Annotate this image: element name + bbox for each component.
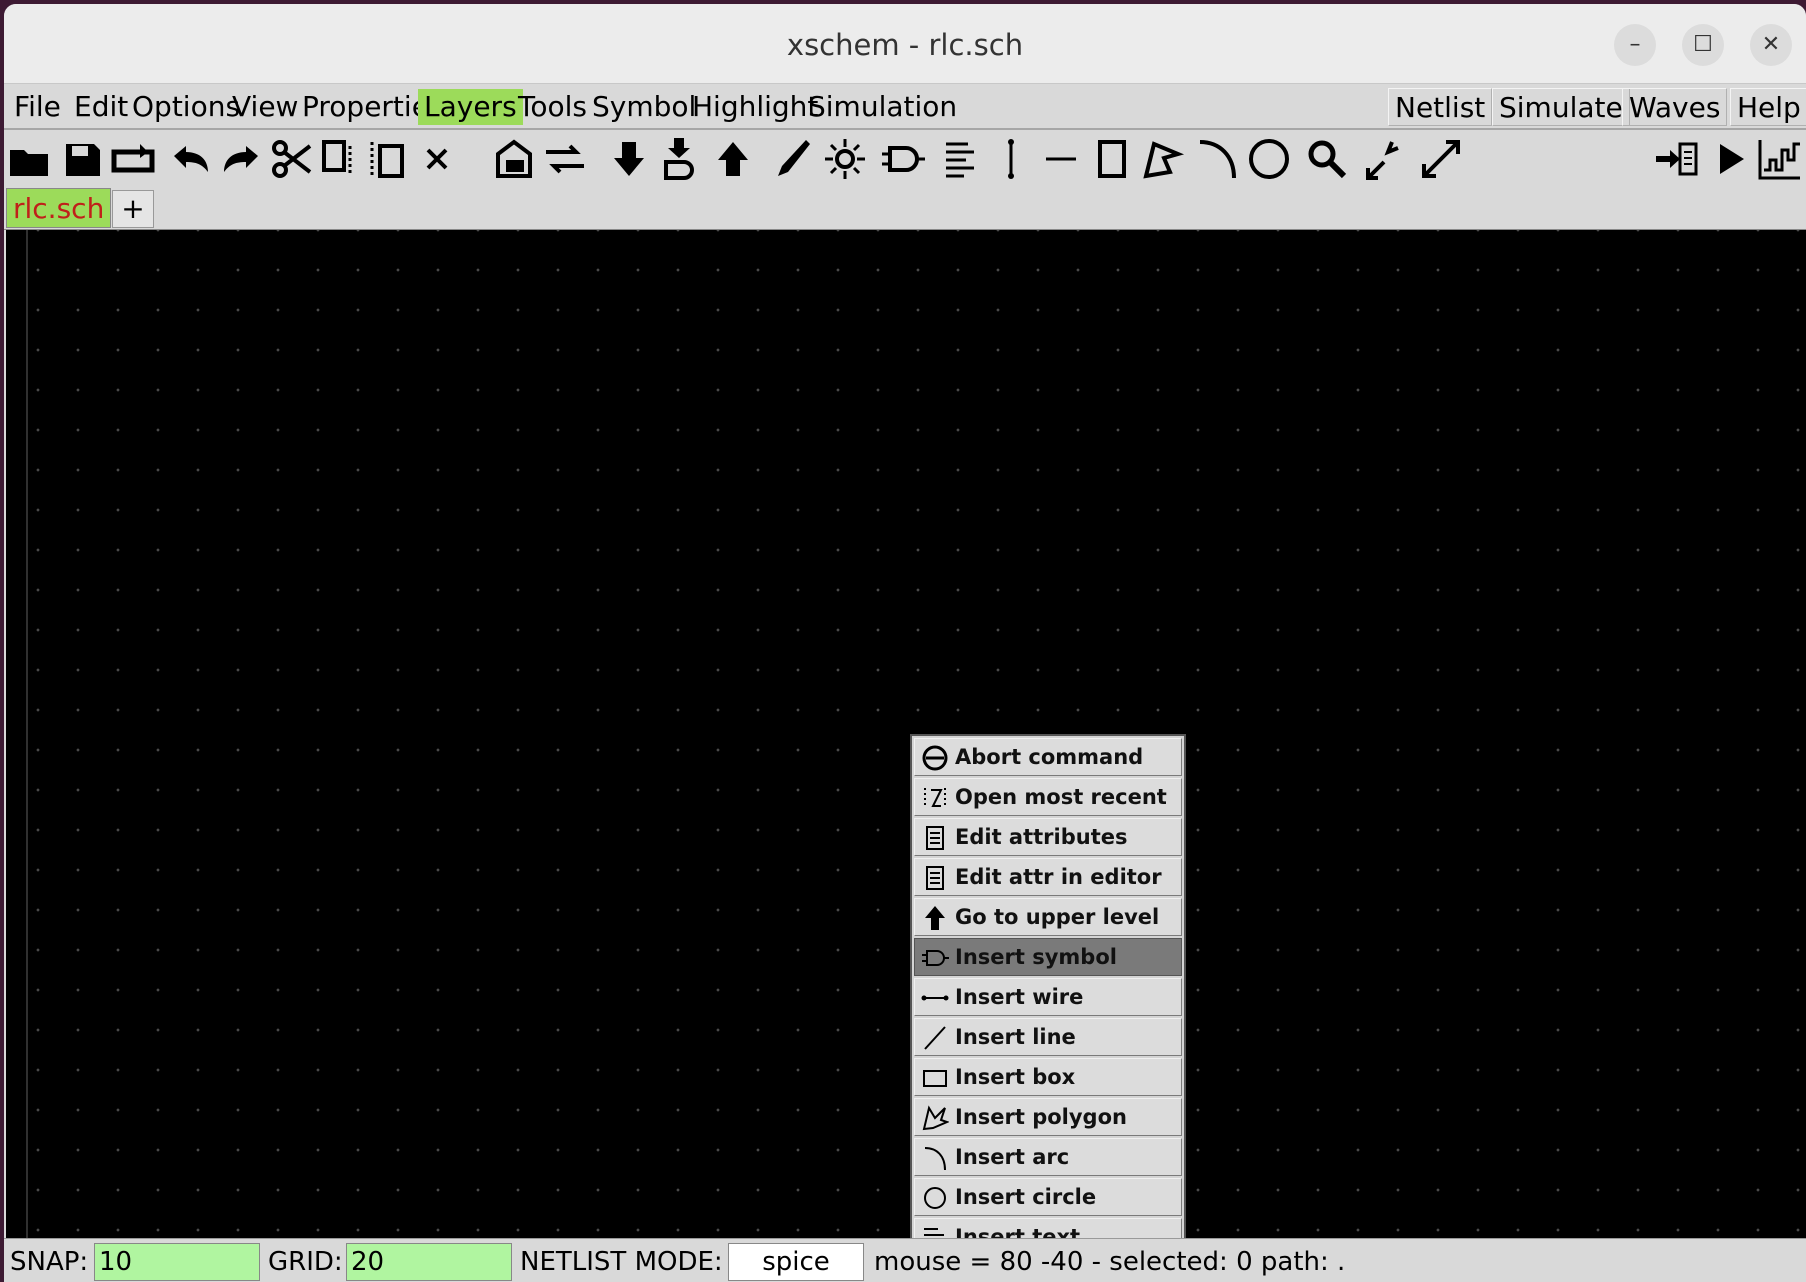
menu-tools[interactable]: Tools bbox=[512, 89, 593, 125]
zoom-in-icon[interactable] bbox=[1364, 136, 1410, 182]
undo-icon[interactable] bbox=[168, 136, 214, 182]
waves-icon[interactable] bbox=[1756, 136, 1802, 182]
menu-view[interactable]: View bbox=[226, 89, 304, 125]
circle-icon[interactable] bbox=[1246, 136, 1292, 182]
document-icon bbox=[921, 864, 949, 892]
snap-field[interactable]: 10 bbox=[94, 1243, 260, 1281]
context-menu-item-insert-polygon[interactable]: Insert polygon bbox=[914, 1098, 1182, 1136]
context-menu-item-label: Go to upper level bbox=[955, 905, 1160, 929]
menu-bar: File Edit Options View Properties Layers… bbox=[4, 84, 1806, 130]
context-menu-item-label: Edit attributes bbox=[955, 825, 1128, 849]
copy-icon[interactable] bbox=[318, 136, 364, 182]
context-menu-item-go-to-upper-level[interactable]: Go to upper level bbox=[914, 898, 1182, 936]
zoom-icon[interactable] bbox=[1304, 136, 1350, 182]
context-menu-item-insert-symbol[interactable]: Insert symbol bbox=[914, 938, 1182, 976]
polygon-icon[interactable] bbox=[1140, 136, 1186, 182]
line-icon bbox=[921, 1024, 949, 1052]
zoom-out-icon[interactable] bbox=[1418, 136, 1464, 182]
up-icon[interactable] bbox=[710, 136, 756, 182]
context-menu-item-label: Abort command bbox=[955, 745, 1144, 769]
context-menu-item-label: Insert wire bbox=[955, 985, 1084, 1009]
context-menu-item-abort-command[interactable]: Abort command bbox=[914, 738, 1182, 776]
line-icon[interactable] bbox=[1038, 136, 1084, 182]
arc-icon[interactable] bbox=[1194, 136, 1240, 182]
paste-icon[interactable] bbox=[364, 136, 410, 182]
document-icon bbox=[921, 824, 949, 852]
context-menu-item-label: Insert polygon bbox=[955, 1105, 1127, 1129]
context-menu-item-label: Insert box bbox=[955, 1065, 1076, 1089]
brightness-icon[interactable] bbox=[822, 136, 868, 182]
push-symbol-icon[interactable] bbox=[656, 136, 702, 182]
grid-label: GRID: bbox=[268, 1247, 343, 1277]
box-icon bbox=[921, 1064, 949, 1092]
context-menu: Abort command Open most recent Edit attrib… bbox=[910, 734, 1186, 1282]
symbol-icon bbox=[921, 944, 949, 972]
menu-layers[interactable]: Layers bbox=[418, 89, 523, 125]
context-menu-item-label: Open most recent bbox=[955, 785, 1167, 809]
menu-waves[interactable]: Waves bbox=[1622, 88, 1728, 126]
status-bar: SNAP: 10 GRID: 20 NETLIST MODE: spice mo… bbox=[4, 1238, 1806, 1282]
descend-icon[interactable] bbox=[492, 136, 538, 182]
symbol-icon[interactable] bbox=[880, 136, 926, 182]
menu-simulation[interactable]: Simulation bbox=[802, 89, 963, 125]
context-menu-item-label: Insert symbol bbox=[955, 945, 1117, 969]
text-icon[interactable] bbox=[938, 136, 984, 182]
swap-icon[interactable] bbox=[542, 136, 588, 182]
save-icon[interactable] bbox=[60, 136, 106, 182]
arc-icon bbox=[921, 1144, 949, 1172]
menu-netlist[interactable]: Netlist bbox=[1388, 88, 1493, 126]
menu-simulate[interactable]: Simulate bbox=[1492, 88, 1630, 126]
open-icon[interactable] bbox=[6, 136, 52, 182]
brush-icon[interactable] bbox=[766, 136, 812, 182]
move-down-icon[interactable] bbox=[606, 136, 652, 182]
box-icon[interactable] bbox=[1090, 136, 1136, 182]
wire-icon bbox=[921, 984, 949, 1012]
up-arrow-icon bbox=[921, 904, 949, 932]
context-menu-item-insert-line[interactable]: Insert line bbox=[914, 1018, 1182, 1056]
polygon-icon bbox=[921, 1104, 950, 1132]
netlist-mode-value[interactable]: spice bbox=[728, 1243, 864, 1281]
context-menu-item-label: Insert line bbox=[955, 1025, 1076, 1049]
recent-icon bbox=[921, 784, 949, 812]
wire-icon[interactable] bbox=[988, 136, 1034, 182]
context-menu-item-insert-box[interactable]: Insert box bbox=[914, 1058, 1182, 1096]
context-menu-item-label: Insert arc bbox=[955, 1145, 1070, 1169]
delete-icon[interactable] bbox=[414, 136, 460, 182]
add-tab-button[interactable]: + bbox=[112, 190, 154, 228]
redo-icon[interactable] bbox=[218, 136, 264, 182]
app-window: xschem - rlc.sch – ☐ ✕ File Edit Options… bbox=[4, 4, 1806, 1282]
context-menu-item-label: Insert circle bbox=[955, 1185, 1097, 1209]
simulate-icon[interactable] bbox=[1708, 136, 1754, 182]
context-menu-item-insert-wire[interactable]: Insert wire bbox=[914, 978, 1182, 1016]
context-menu-item-open-most-recent[interactable]: Open most recent bbox=[914, 778, 1182, 816]
status-info: mouse = 80 -40 - selected: 0 path: . bbox=[874, 1247, 1346, 1277]
snap-label: SNAP: bbox=[10, 1247, 89, 1277]
reload-icon[interactable] bbox=[110, 136, 156, 182]
maximize-button[interactable]: ☐ bbox=[1682, 24, 1724, 66]
title-bar: xschem - rlc.sch – ☐ ✕ bbox=[4, 4, 1806, 84]
menu-help[interactable]: Help bbox=[1730, 88, 1806, 126]
window-title: xschem - rlc.sch bbox=[786, 28, 1024, 62]
context-menu-item-insert-circle[interactable]: Insert circle bbox=[914, 1178, 1182, 1216]
circle-icon bbox=[921, 1184, 949, 1212]
menu-file[interactable]: File bbox=[8, 89, 67, 125]
abort-icon bbox=[921, 744, 949, 772]
minimize-button[interactable]: – bbox=[1614, 24, 1656, 66]
close-button[interactable]: ✕ bbox=[1750, 24, 1792, 66]
canvas-border bbox=[26, 230, 28, 1238]
toolbar bbox=[4, 132, 1806, 186]
menu-symbol[interactable]: Symbol bbox=[586, 89, 702, 125]
menu-edit[interactable]: Edit bbox=[68, 89, 134, 125]
context-menu-item-edit-attr-in-editor[interactable]: Edit attr in editor bbox=[914, 858, 1182, 896]
context-menu-item-label: Edit attr in editor bbox=[955, 865, 1162, 889]
netlist-mode-label: NETLIST MODE: bbox=[520, 1247, 723, 1277]
grid-field[interactable]: 20 bbox=[346, 1243, 512, 1281]
cut-icon[interactable] bbox=[268, 136, 314, 182]
netlist-icon[interactable] bbox=[1654, 136, 1700, 182]
context-menu-item-insert-arc[interactable]: Insert arc bbox=[914, 1138, 1182, 1176]
schematic-canvas[interactable]: Abort command Open most recent Edit attrib… bbox=[6, 230, 1806, 1282]
tab-bar: rlc.sch + bbox=[4, 186, 1806, 230]
context-menu-item-edit-attributes[interactable]: Edit attributes bbox=[914, 818, 1182, 856]
tab-rlc-sch[interactable]: rlc.sch bbox=[6, 188, 112, 228]
